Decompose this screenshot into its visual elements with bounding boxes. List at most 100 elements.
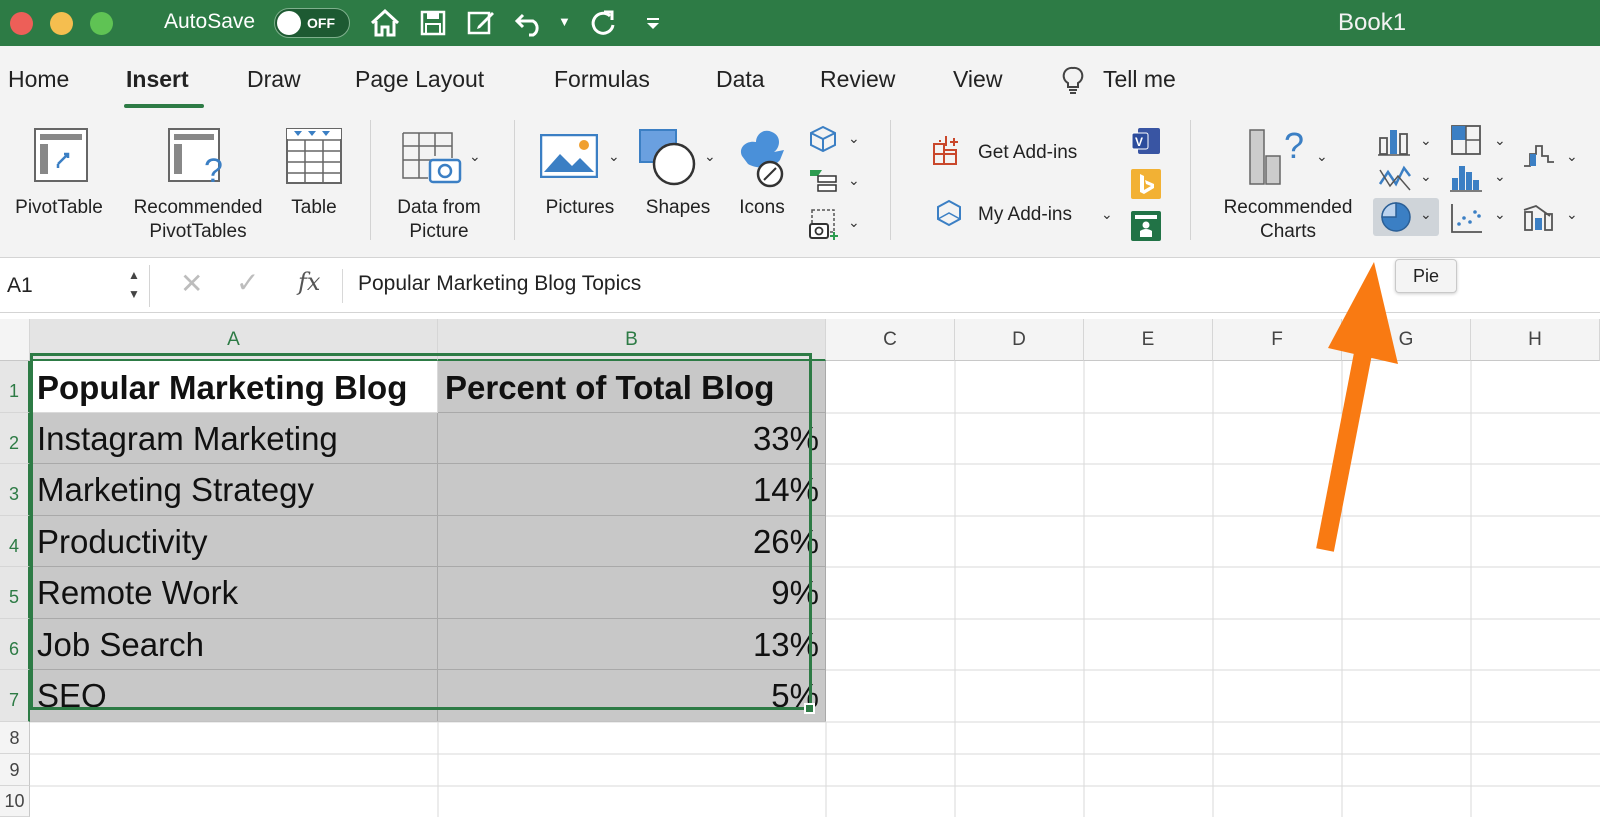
worksheet-grid: A B C D E F G H 1 2 3 4 5 6 7 8 9 10 Pop… (0, 319, 1600, 817)
home-icon[interactable] (366, 4, 404, 42)
icons-label: Icons (739, 197, 785, 218)
combo-chart-chevron-icon[interactable]: ⌄ (1566, 206, 1578, 223)
close-window-button[interactable] (10, 12, 33, 35)
pie-chart-chevron-icon[interactable]: ⌄ (1420, 206, 1432, 223)
minimize-window-button[interactable] (50, 12, 73, 35)
scatter-chart-icon[interactable] (1450, 202, 1484, 236)
autosave-state: OFF (307, 15, 335, 31)
tab-view[interactable]: View (953, 66, 1002, 93)
name-box-value: A1 (7, 274, 33, 297)
tab-draw[interactable]: Draw (247, 66, 301, 93)
column-chart-chevron-icon[interactable]: ⌄ (1420, 132, 1432, 149)
get-addins-button[interactable]: Get Add-ins (978, 141, 1077, 165)
hierarchy-chart-chevron-icon[interactable]: ⌄ (1494, 132, 1506, 149)
table-button[interactable]: Table (276, 196, 352, 220)
save-icon[interactable] (414, 4, 452, 42)
pivottable-icon (34, 128, 88, 187)
recommended-charts-icon: ? (1248, 125, 1308, 193)
pictures-chevron-icon[interactable]: ⌄ (608, 148, 620, 165)
screenshot-chevron-icon[interactable]: ⌄ (848, 214, 860, 231)
ribbon-separator (1190, 120, 1191, 240)
smartart-icon[interactable] (808, 166, 842, 200)
smartart-chevron-icon[interactable]: ⌄ (848, 172, 860, 189)
recommended-charts-label-2: Charts (1260, 221, 1316, 242)
shapes-button[interactable]: Shapes (632, 196, 724, 220)
undo-dropdown-chevron-icon[interactable]: ▼ (558, 14, 571, 29)
waterfall-chart-chevron-icon[interactable]: ⌄ (1566, 148, 1578, 165)
tab-home[interactable]: Home (8, 66, 69, 93)
name-box-up-icon[interactable]: ▲ (128, 268, 140, 282)
tell-me-search[interactable]: Tell me (1103, 66, 1176, 93)
workbook-title: Book1 (1338, 9, 1407, 36)
selection-border (30, 353, 812, 710)
fill-handle[interactable] (804, 703, 815, 714)
pivottable-label: PivotTable (15, 197, 103, 218)
redo-icon[interactable] (584, 4, 622, 42)
get-addins-label: Get Add-ins (978, 142, 1078, 163)
combo-chart-icon[interactable] (1522, 202, 1556, 236)
formula-input[interactable]: Popular Marketing Blog Topics (358, 272, 641, 296)
active-tab-indicator (124, 104, 204, 108)
pie-chart-icon[interactable] (1379, 200, 1413, 234)
line-chart-icon[interactable] (1378, 162, 1412, 196)
data-from-picture-chevron-icon[interactable]: ⌄ (469, 148, 481, 165)
tab-review[interactable]: Review (820, 66, 895, 93)
people-graph-icon[interactable] (1130, 210, 1164, 244)
recommended-charts-label-1: Recommended (1223, 197, 1353, 218)
undo-icon[interactable] (510, 4, 548, 42)
maximize-window-button[interactable] (90, 12, 113, 35)
shapes-label: Shapes (645, 197, 711, 218)
statistic-chart-chevron-icon[interactable]: ⌄ (1494, 168, 1506, 185)
lightbulb-icon (1062, 66, 1084, 101)
my-addins-chevron-icon[interactable]: ⌄ (1101, 206, 1113, 223)
formula-bar-separator (342, 269, 343, 303)
shapes-chevron-icon[interactable]: ⌄ (704, 148, 716, 165)
3d-models-chevron-icon[interactable]: ⌄ (848, 130, 860, 147)
recommended-pivottables-icon: ? (168, 128, 228, 191)
recommended-charts-chevron-icon[interactable]: ⌄ (1316, 148, 1328, 165)
my-addins-icon (934, 198, 968, 232)
autosave-toggle[interactable]: OFF (274, 8, 350, 38)
visio-icon[interactable]: V (1130, 126, 1164, 160)
3d-models-icon[interactable] (808, 124, 842, 158)
hierarchy-chart-icon[interactable] (1450, 124, 1484, 158)
data-from-picture-label-1: Data from (397, 197, 481, 218)
pictures-button[interactable]: Pictures (532, 196, 628, 220)
shapes-icon (638, 128, 700, 193)
statistic-chart-icon[interactable] (1450, 162, 1484, 196)
tab-insert[interactable]: Insert (126, 66, 189, 93)
screenshot-icon[interactable] (808, 208, 842, 242)
icons-icon (734, 126, 792, 193)
line-chart-chevron-icon[interactable]: ⌄ (1420, 168, 1432, 185)
enter-check-icon[interactable]: ✓ (236, 266, 259, 299)
my-addins-button[interactable]: My Add-ins (978, 203, 1072, 227)
recommended-pivottables-button[interactable]: Recommended PivotTables (118, 196, 278, 244)
data-from-picture-label-2: Picture (409, 221, 469, 242)
data-from-picture-button[interactable]: Data from Picture (384, 196, 494, 244)
tab-data[interactable]: Data (716, 66, 765, 93)
title-bar: AutoSave OFF ▼ Book1 (0, 0, 1600, 46)
pivottable-button[interactable]: PivotTable (6, 196, 112, 220)
ribbon-tabs: Home Insert Draw Page Layout Formulas Da… (0, 46, 1600, 110)
name-box-down-icon[interactable]: ▼ (128, 287, 140, 301)
tab-formulas[interactable]: Formulas (554, 66, 650, 93)
insert-function-icon[interactable]: fx (298, 268, 320, 296)
cancel-icon[interactable]: ✕ (180, 267, 203, 300)
pictures-icon (539, 133, 599, 183)
customize-toolbar-icon[interactable] (634, 4, 672, 42)
tab-page-layout[interactable]: Page Layout (355, 66, 484, 93)
scatter-chart-chevron-icon[interactable]: ⌄ (1494, 206, 1506, 223)
edit-document-icon[interactable] (462, 4, 500, 42)
svg-text:V: V (1135, 135, 1143, 149)
icons-button[interactable]: Icons (724, 196, 800, 220)
recommended-charts-button[interactable]: Recommended Charts (1210, 196, 1366, 244)
name-box[interactable]: A1 ▲ ▼ (0, 265, 150, 307)
insert-ribbon: PivotTable ? Recommended PivotTables Tab… (0, 110, 1600, 258)
column-chart-icon[interactable] (1378, 126, 1412, 160)
data-from-picture-icon (402, 132, 464, 193)
bing-maps-icon[interactable] (1130, 168, 1164, 202)
pie-tooltip: Pie (1395, 259, 1457, 293)
svg-text:?: ? (1284, 126, 1304, 166)
pictures-label: Pictures (545, 197, 615, 218)
waterfall-chart-icon[interactable] (1522, 140, 1556, 174)
